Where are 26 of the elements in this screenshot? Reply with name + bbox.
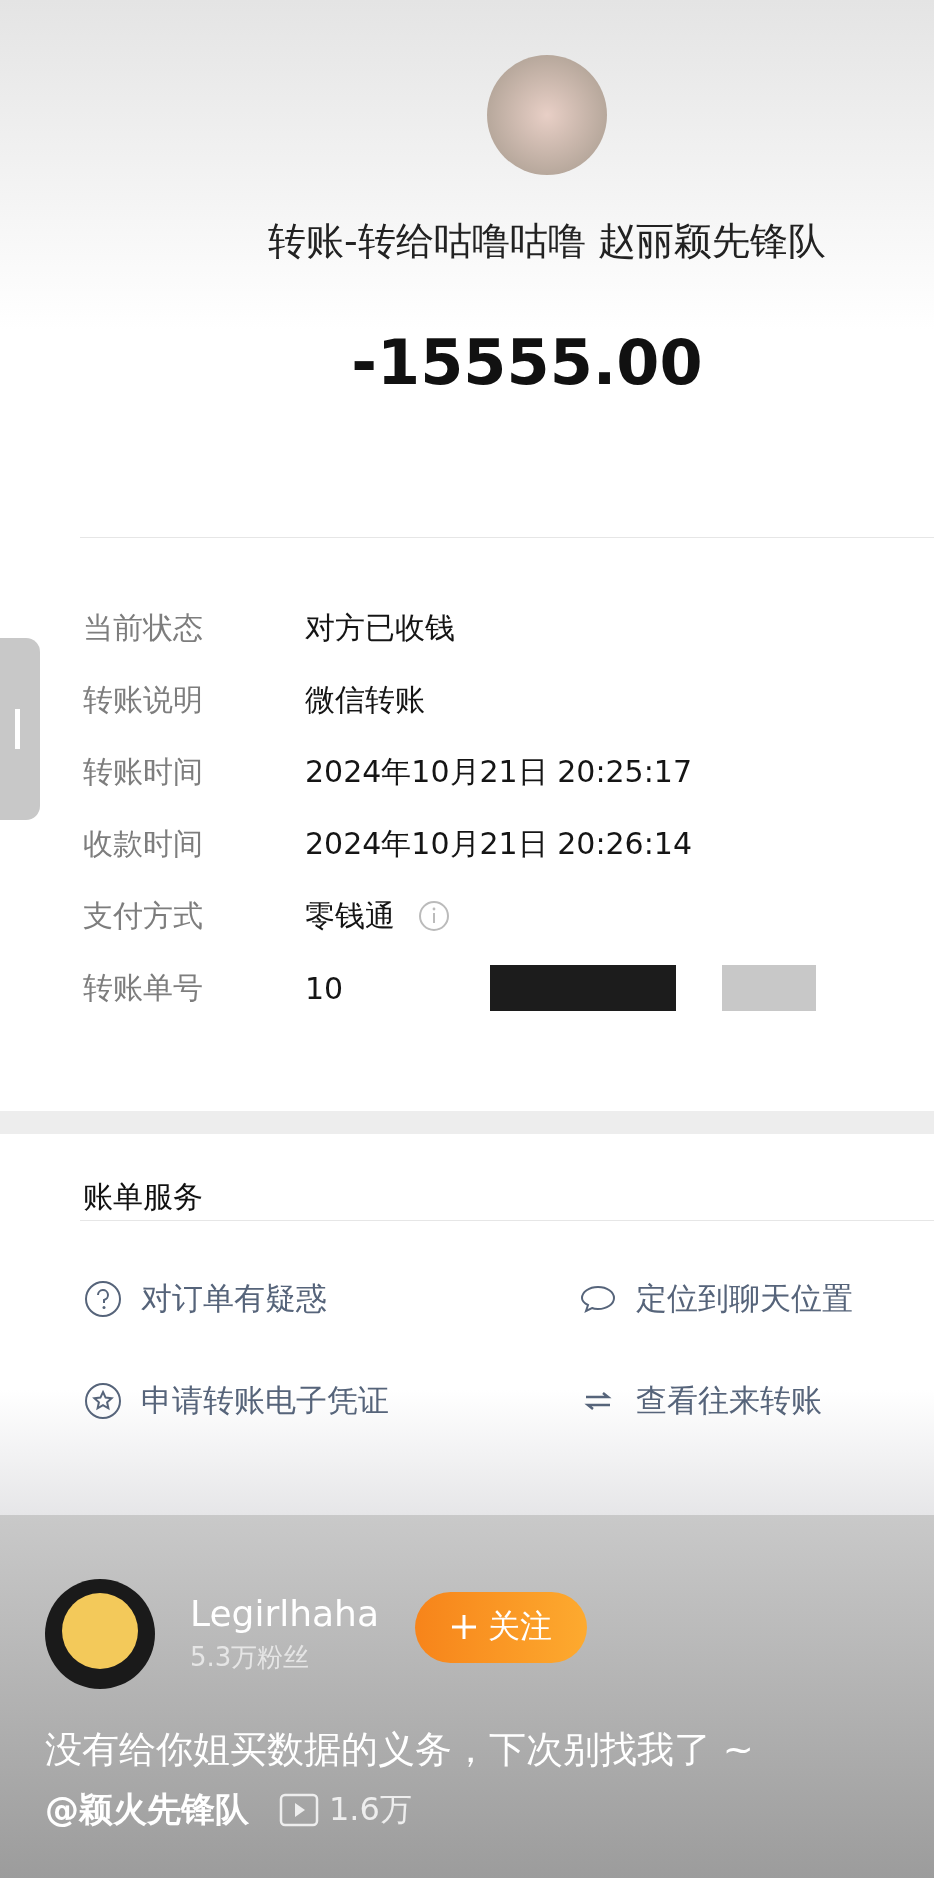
detail-label: 当前状态 bbox=[83, 608, 204, 647]
view-count: 1.6万 bbox=[329, 1789, 412, 1830]
detail-value: 10 bbox=[305, 970, 344, 1006]
section-title: 账单服务 bbox=[82, 1178, 204, 1216]
detail-value: 零钱通 bbox=[305, 896, 395, 935]
avatar[interactable] bbox=[45, 1579, 155, 1689]
service-link[interactable]: 查看往来转账 bbox=[636, 1380, 822, 1422]
amount: -15555.00 bbox=[351, 325, 703, 401]
service-link[interactable]: 申请转账电子凭证 bbox=[141, 1380, 389, 1422]
detail-label: 收款时间 bbox=[83, 824, 204, 863]
detail-value: 对方已收钱 bbox=[305, 608, 455, 647]
plus-icon bbox=[450, 1613, 478, 1641]
transfer-title: 转账-转给咕噜咕噜 赵丽颖先锋队 bbox=[268, 220, 826, 262]
detail-label: 支付方式 bbox=[83, 896, 204, 935]
detail-value: 2024年10月21日 20:25:17 bbox=[305, 752, 692, 791]
detail-value: 2024年10月21日 20:26:14 bbox=[305, 824, 692, 863]
post-caption: 没有给你姐买数据的义务，下次别找我了 ~ bbox=[45, 1727, 755, 1773]
service-link[interactable]: 对订单有疑惑 bbox=[141, 1278, 327, 1320]
detail-label: 转账时间 bbox=[83, 752, 204, 791]
detail-label: 转账说明 bbox=[83, 680, 204, 719]
detail-value: 微信转账 bbox=[305, 680, 425, 719]
side-handle[interactable] bbox=[0, 638, 40, 820]
service-link[interactable]: 定位到聊天位置 bbox=[636, 1278, 853, 1320]
question-icon[interactable] bbox=[83, 1279, 123, 1319]
detail-label: 转账单号 bbox=[83, 968, 204, 1007]
video-icon bbox=[279, 1793, 319, 1827]
